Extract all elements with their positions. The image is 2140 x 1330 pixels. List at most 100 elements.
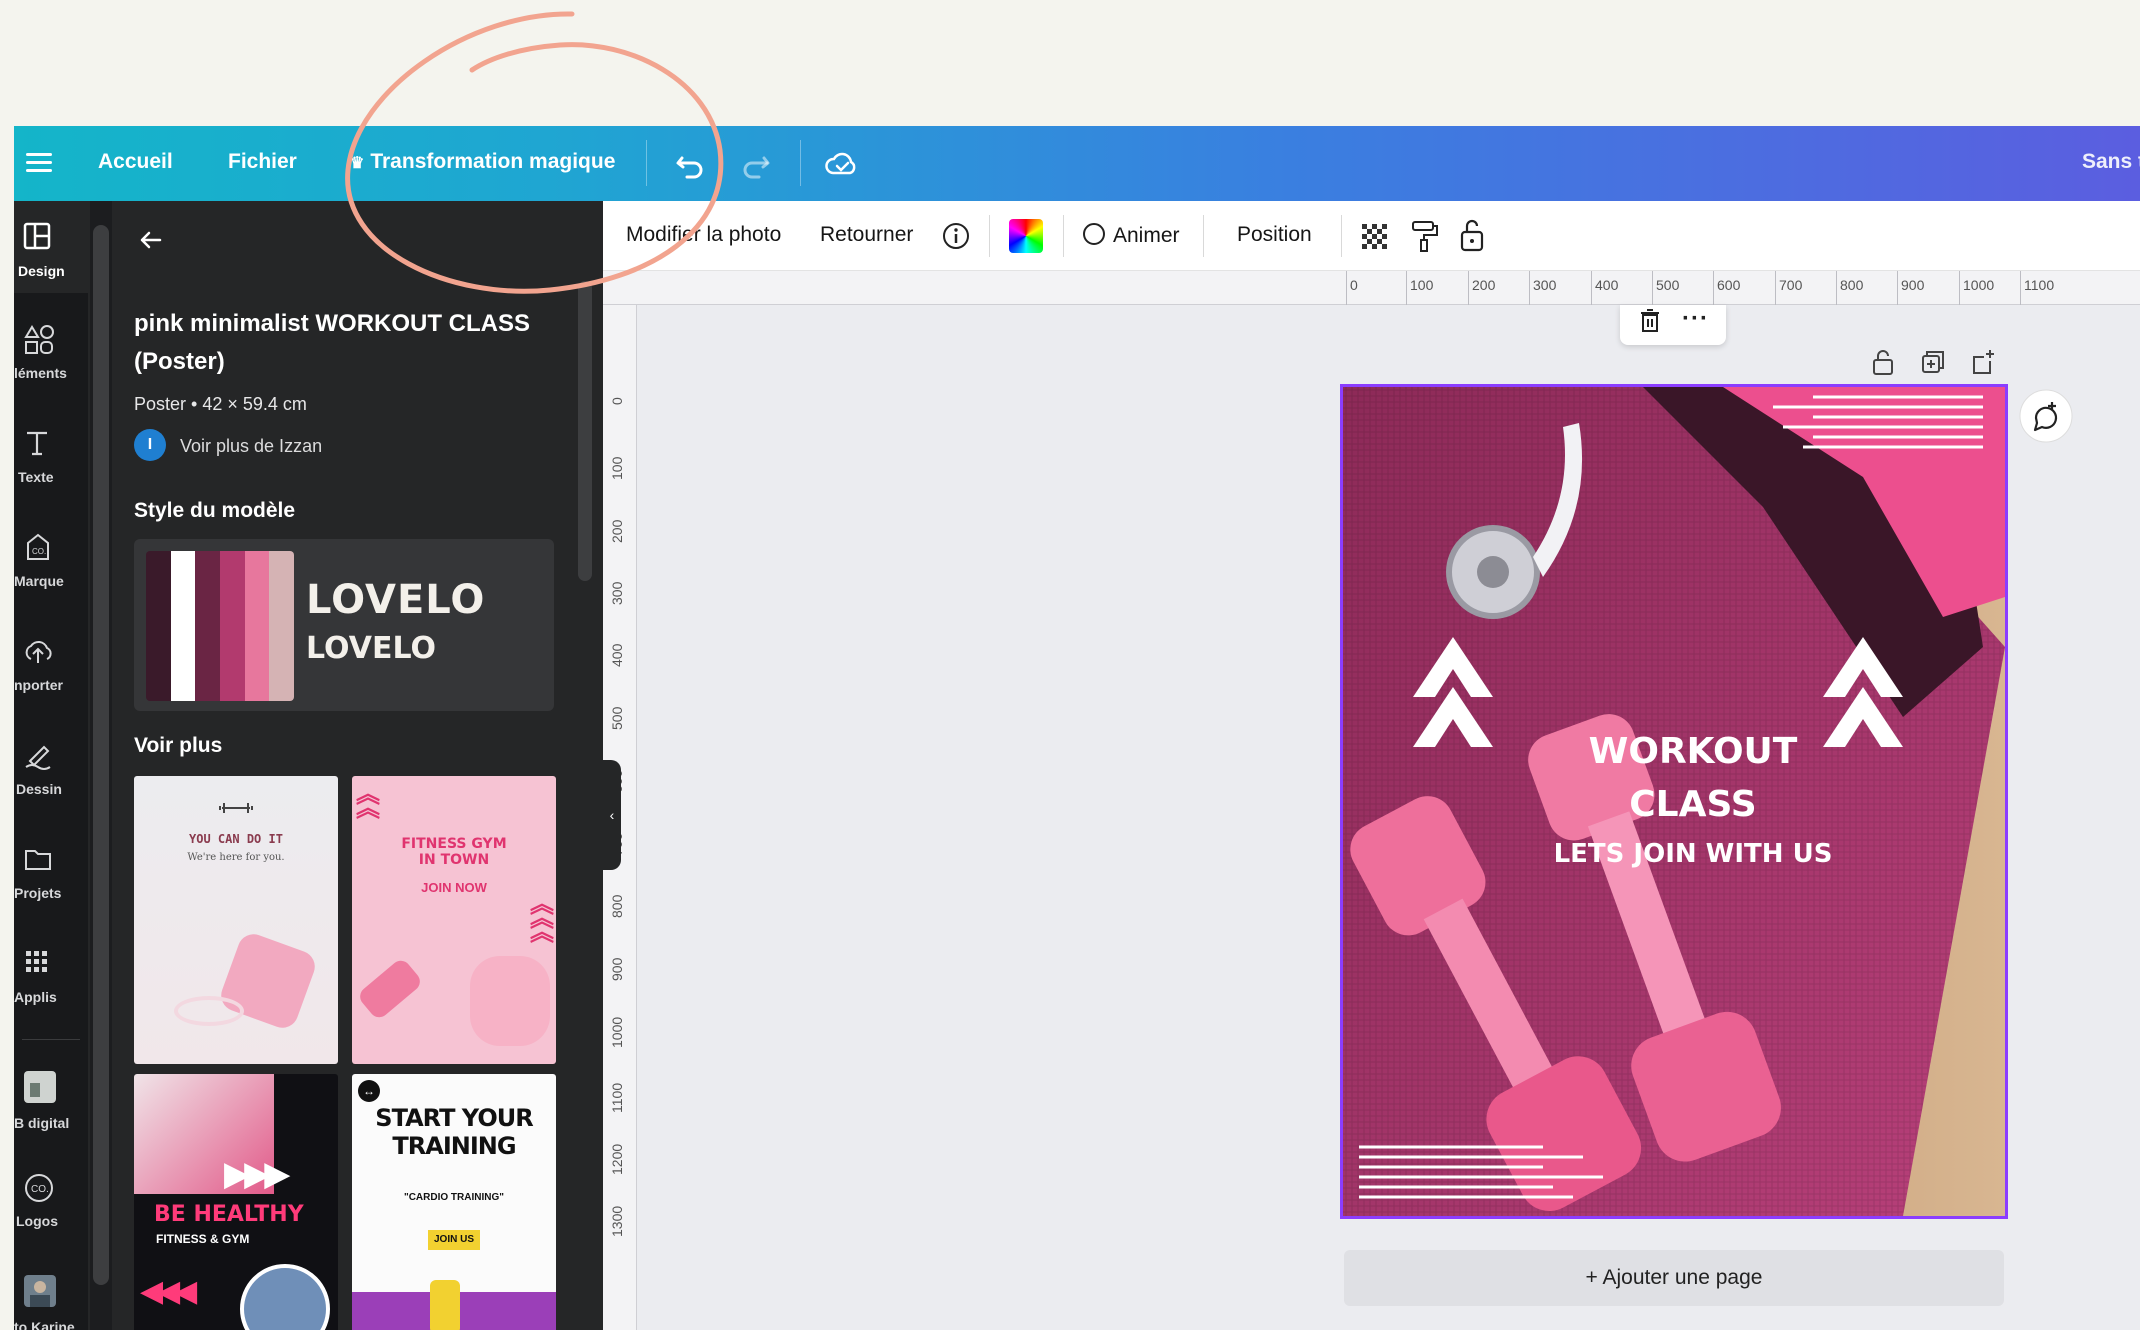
paint-roller-icon[interactable]: [1409, 219, 1439, 253]
thumb-text: IN TOWN: [418, 852, 490, 868]
thumb-text: START YOUR: [375, 1104, 533, 1132]
add-page-icon[interactable]: [1968, 347, 1998, 377]
crown-icon: ♛: [350, 155, 365, 172]
home-button[interactable]: Accueil: [98, 150, 173, 174]
rail-brand[interactable]: CO. Marque: [14, 511, 88, 603]
ruler-label: 800: [1840, 277, 1864, 293]
swatch: [244, 551, 270, 701]
ruler-label: 400: [1595, 277, 1619, 293]
undo-icon[interactable]: [670, 144, 710, 184]
play-arrows-icon: ▶▶▶: [224, 1155, 290, 1193]
rail-draw[interactable]: Dessin: [14, 719, 88, 811]
rail-logos[interactable]: CO. Logos: [14, 1151, 88, 1243]
rail-upload[interactable]: nporter: [14, 615, 88, 707]
flip-button[interactable]: Retourner: [820, 223, 913, 247]
ruler-label: 300: [609, 581, 625, 605]
swatch: [220, 551, 245, 701]
poster-page[interactable]: WORKOUT CLASS LETS JOIN WITH US: [1340, 384, 2008, 1219]
app-thumb-icon: [24, 1071, 56, 1103]
svg-text:CO.: CO.: [31, 1184, 49, 1195]
cloud-saved-icon[interactable]: [822, 144, 862, 184]
position-button[interactable]: Position: [1237, 223, 1312, 247]
color-picker-icon[interactable]: [1009, 219, 1043, 253]
ruler-label: 100: [609, 456, 625, 480]
duplicate-page-icon[interactable]: [1918, 347, 1948, 377]
element-float-toolbar: ···: [1620, 305, 1726, 345]
photo-icon: [24, 1275, 56, 1307]
thumb-dumbbell: [356, 956, 424, 1022]
poster-subtitle[interactable]: LETS JOIN WITH US: [1523, 839, 1863, 869]
upload-icon: [25, 641, 52, 663]
author-link[interactable]: Voir plus de Izzan: [180, 436, 322, 457]
trash-icon[interactable]: [1638, 307, 1662, 333]
ruler-label: 600: [1717, 277, 1741, 293]
rail-text[interactable]: Texte: [14, 407, 88, 499]
template-thumb[interactable]: ↔ START YOUR TRAINING "CARDIO TRAINING" …: [352, 1074, 556, 1330]
rail-label: B digital: [14, 1115, 70, 1131]
color-palette: [146, 551, 294, 701]
lock-page-icon[interactable]: [1868, 347, 1898, 377]
template-title: pink minimalist WORKOUT CLASS (Poster): [134, 310, 531, 375]
ruler-label: 1100: [609, 1082, 625, 1113]
animate-button[interactable]: Animer: [1083, 223, 1180, 248]
style-card[interactable]: LOVELO LOVELO: [134, 539, 554, 711]
template-thumb[interactable]: YOU CAN DO IT We're here for you.: [134, 776, 338, 1064]
unlock-icon[interactable]: [1457, 217, 1487, 253]
file-menu[interactable]: Fichier: [228, 150, 297, 174]
magic-switch-button[interactable]: ♛ Transformation magique: [350, 150, 615, 174]
ruler-horizontal: 0 100 200 300 400 500 600 700 800 900 10…: [603, 271, 2140, 305]
rail-projects[interactable]: Projets: [14, 823, 88, 915]
thumb-text: JOIN US: [433, 1234, 474, 1245]
thumb-shoes: [470, 956, 550, 1046]
rail-elements[interactable]: léments: [14, 303, 88, 395]
template-thumb[interactable]: ▶▶▶ BE HEALTHY FITNESS & GYM ◀◀◀: [134, 1074, 338, 1330]
add-comment-icon[interactable]: [2018, 388, 2074, 444]
chevrons-icon: ︽ ︽ ︽: [530, 891, 554, 946]
rail-label: nporter: [14, 677, 63, 693]
add-page-button[interactable]: + Ajouter une page: [1344, 1250, 2004, 1306]
context-toolbar: Modifier la photo Retourner Animer Posit…: [603, 201, 2140, 271]
rail-label: Design: [18, 263, 65, 279]
panel-scrollbar[interactable]: [578, 281, 592, 581]
rail-photo-karine[interactable]: to Karine: [14, 1253, 88, 1330]
transparency-icon[interactable]: [1359, 221, 1389, 251]
style-font-body: LOVELO: [306, 631, 437, 666]
ruler-label: 500: [1656, 277, 1680, 293]
rail-design[interactable]: Design: [14, 201, 88, 293]
poster-title-line2[interactable]: CLASS: [1523, 784, 1863, 825]
rail-apps[interactable]: Applis: [14, 927, 88, 1019]
edit-photo-button[interactable]: Modifier la photo: [626, 223, 781, 247]
ruler-label: 100: [1410, 277, 1434, 293]
text-icon: [27, 431, 47, 456]
more-options-icon[interactable]: ···: [1682, 305, 1709, 333]
back-arrow-icon[interactable]: [136, 225, 166, 255]
document-title[interactable]: Sans t: [2082, 150, 2140, 174]
template-thumb[interactable]: ︽ ︽ FITNESS GYM IN TOWN JOIN NOW ︽ ︽ ︽: [352, 776, 556, 1064]
apps-icon: [26, 951, 47, 972]
menu-icon[interactable]: [24, 148, 54, 178]
brand-icon: CO.: [27, 533, 49, 560]
rail-scrollbar[interactable]: [90, 201, 112, 1330]
ruler-label: 700: [1779, 277, 1803, 293]
author-avatar[interactable]: I: [134, 429, 166, 461]
poster-title-line1[interactable]: WORKOUT: [1523, 731, 1863, 772]
thumb-text: BE HEALTHY: [154, 1202, 304, 1227]
rail-app-digital[interactable]: B digital: [14, 1049, 88, 1141]
side-rail: Design léments Texte CO. Marque nporter …: [14, 201, 88, 1330]
magic-switch-label: Transformation magique: [370, 150, 616, 173]
info-icon[interactable]: [941, 221, 971, 251]
back-arrows-icon: ◀◀◀: [140, 1275, 197, 1308]
redo-icon[interactable]: [736, 144, 776, 184]
ruler-label: 500: [609, 706, 625, 730]
ruler-label: 1300: [609, 1205, 625, 1237]
ruler-label: 1100: [2024, 277, 2055, 293]
thumb-text: TRAINING: [392, 1132, 516, 1160]
chevrons-icon: ︽ ︽: [356, 781, 380, 822]
collapse-panel-button[interactable]: ‹: [603, 760, 621, 870]
animate-icon: [1083, 223, 1105, 245]
ruler-label: 900: [1901, 277, 1925, 293]
ruler-label: 0: [609, 397, 625, 405]
rail-label: to Karine: [14, 1319, 75, 1330]
ruler-label: 1200: [609, 1143, 625, 1175]
thumb-text: "CARDIO TRAINING": [403, 1192, 505, 1203]
